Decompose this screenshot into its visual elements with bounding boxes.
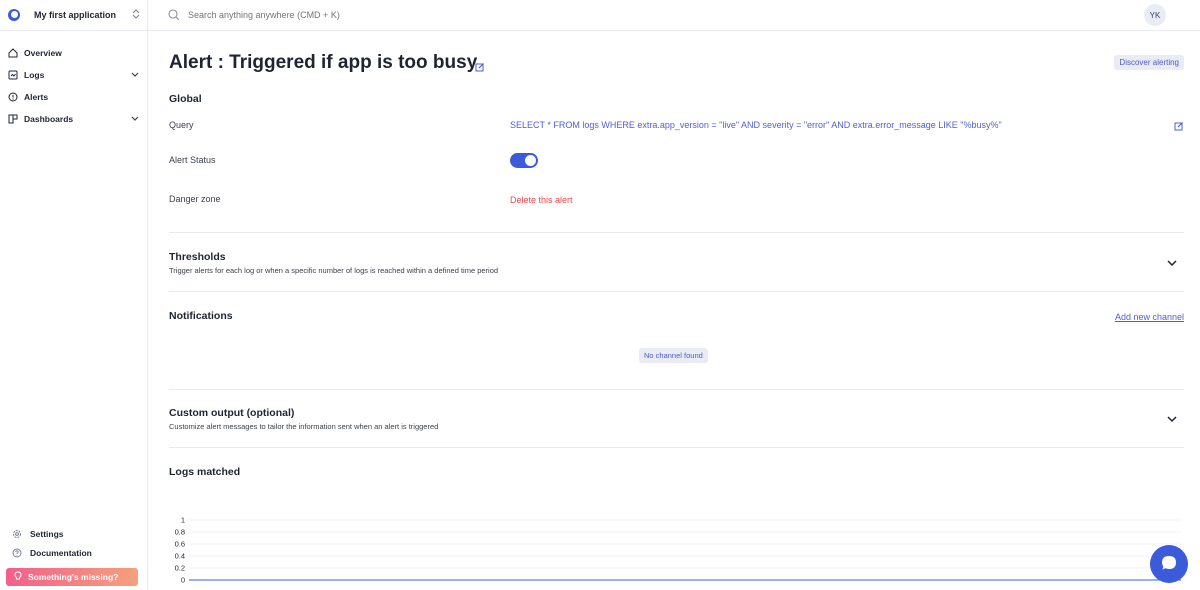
- chevron-down-icon: [130, 114, 140, 125]
- danger-zone-label: Danger zone: [169, 194, 221, 204]
- logs-matched-title: Logs matched: [169, 466, 241, 478]
- sidebar-item-label: Documentation: [30, 547, 92, 558]
- gear-icon: [12, 529, 22, 539]
- thresholds-subtitle: Trigger alerts for each log or when a sp…: [169, 266, 499, 275]
- home-icon: [8, 48, 18, 58]
- custom-output-section-title[interactable]: Custom output (optional): [169, 407, 294, 419]
- app-switcher[interactable]: My first application: [0, 0, 148, 31]
- help-icon: [12, 548, 22, 558]
- notifications-section-title: Notifications: [169, 310, 233, 322]
- edit-icon[interactable]: [475, 61, 485, 72]
- chat-icon: [1160, 554, 1178, 575]
- sidebar: My first application Overview Logs Alert…: [0, 0, 148, 590]
- discover-alerting-button[interactable]: Discover alerting: [1114, 55, 1184, 70]
- app-name: My first application: [34, 10, 117, 20]
- something-missing-button[interactable]: Something's missing?: [6, 568, 138, 586]
- chart-canvas: 1 0.8 0.6 0.4 0.2 0: [175, 516, 1181, 585]
- y-tick-label: 0.4: [175, 552, 185, 561]
- sidebar-item-label: Alerts: [24, 92, 49, 102]
- app-logo-icon: [8, 9, 20, 21]
- query-label: Query: [169, 120, 194, 130]
- thresholds-section-title[interactable]: Thresholds: [169, 251, 226, 263]
- add-channel-link[interactable]: Add new channel: [1115, 312, 1184, 322]
- y-tick-label: 0.8: [175, 528, 185, 537]
- delete-alert-button[interactable]: Delete this alert: [510, 195, 573, 205]
- search-input[interactable]: [188, 10, 588, 20]
- y-tick-label: 1: [181, 516, 185, 525]
- custom-output-subtitle: Customize alert messages to tailor the i…: [169, 422, 439, 431]
- chevron-updown-icon: [132, 9, 140, 21]
- sidebar-nav: Overview Logs Alerts Dashboards: [0, 42, 148, 130]
- search-icon: [168, 9, 180, 21]
- sidebar-item-documentation[interactable]: Documentation: [0, 543, 148, 562]
- divider: [169, 291, 1184, 292]
- something-missing-label: Something's missing?: [28, 572, 119, 582]
- lightbulb-icon: [14, 571, 22, 583]
- divider: [169, 447, 1184, 448]
- chevron-down-icon[interactable]: [1166, 413, 1178, 425]
- page-title: Alert : Triggered if app is too busy: [169, 52, 478, 73]
- alert-status-label: Alert Status: [169, 155, 216, 165]
- divider: [169, 232, 1184, 233]
- sidebar-item-settings[interactable]: Settings: [0, 524, 148, 543]
- sidebar-item-dashboards[interactable]: Dashboards: [0, 108, 148, 130]
- top-bar: YK: [148, 0, 1200, 31]
- global-section-title: Global: [169, 93, 202, 105]
- y-tick-label: 0: [181, 576, 185, 585]
- sidebar-bottom: Settings Documentation: [0, 524, 148, 562]
- edit-icon[interactable]: [1174, 120, 1184, 131]
- chevron-down-icon: [130, 70, 140, 81]
- sidebar-item-alerts[interactable]: Alerts: [0, 86, 148, 108]
- chat-button[interactable]: [1150, 545, 1188, 583]
- no-channel-badge: No channel found: [639, 348, 708, 363]
- chevron-down-icon[interactable]: [1166, 257, 1178, 269]
- logs-matched-chart: 1 0.8 0.6 0.4 0.2 0: [169, 496, 1184, 590]
- logs-icon: [8, 70, 18, 80]
- query-value[interactable]: SELECT * FROM logs WHERE extra.app_versi…: [510, 120, 1002, 130]
- y-tick-label: 0.2: [175, 564, 185, 573]
- sidebar-item-overview[interactable]: Overview: [0, 42, 148, 64]
- sidebar-item-label: Logs: [24, 70, 45, 80]
- sidebar-item-label: Overview: [24, 48, 62, 58]
- avatar[interactable]: YK: [1144, 4, 1166, 26]
- toggle-knob: [525, 155, 536, 166]
- alert-icon: [8, 92, 18, 102]
- sidebar-item-label: Settings: [30, 528, 64, 539]
- dashboard-icon: [8, 114, 18, 124]
- sidebar-item-logs[interactable]: Logs: [0, 64, 148, 86]
- main-content: Alert : Triggered if app is too busy Dis…: [148, 31, 1200, 590]
- alert-status-toggle[interactable]: [510, 153, 538, 168]
- divider: [169, 389, 1184, 390]
- y-tick-label: 0.6: [175, 540, 185, 549]
- sidebar-item-label: Dashboards: [24, 114, 74, 124]
